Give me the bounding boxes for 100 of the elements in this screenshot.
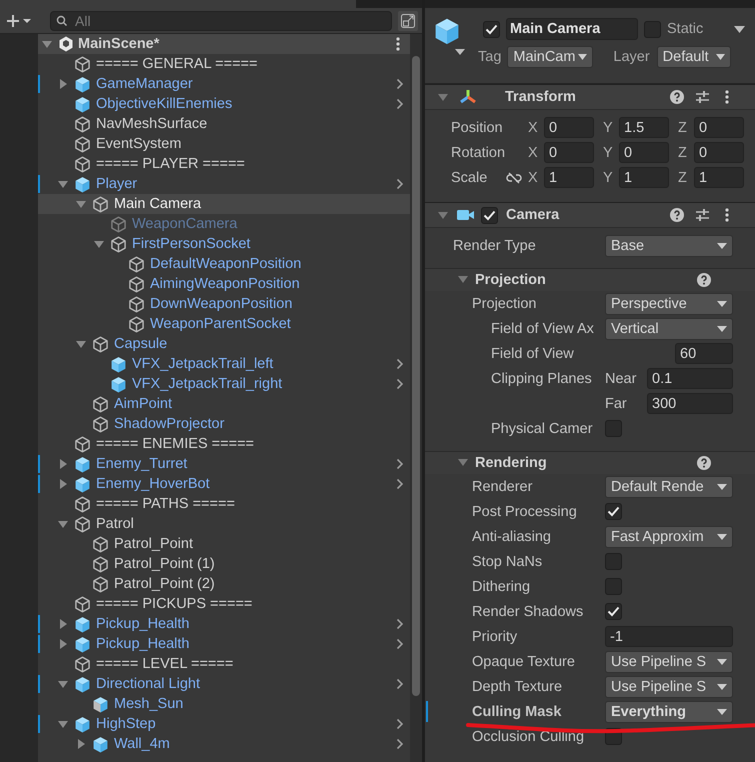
checkbox[interactable] <box>483 20 500 38</box>
hierarchy-item[interactable]: ===== PICKUPS ===== <box>38 594 410 614</box>
checkbox[interactable] <box>605 603 622 620</box>
component-header[interactable]: Camera <box>425 202 755 228</box>
checkbox[interactable] <box>481 206 498 224</box>
checkbox[interactable] <box>605 420 622 437</box>
link-icon[interactable] <box>506 172 522 184</box>
hierarchy-item[interactable]: EventSystem <box>38 134 410 154</box>
help-icon[interactable] <box>697 273 711 287</box>
number-field[interactable]: 300 <box>647 393 733 414</box>
chevron-right-icon[interactable] <box>396 738 404 750</box>
hierarchy-item[interactable]: Patrol_Point <box>38 534 410 554</box>
hierarchy-item[interactable]: DefaultWeaponPosition <box>38 254 410 274</box>
more-icon[interactable] <box>396 37 400 51</box>
component-header[interactable]: Transform <box>425 84 755 110</box>
hierarchy-item[interactable]: Directional Light <box>38 674 410 694</box>
hierarchy-item[interactable]: ===== GENERAL ===== <box>38 54 410 74</box>
scrollbar[interactable] <box>410 34 422 762</box>
checkbox[interactable] <box>605 503 622 520</box>
search-field[interactable]: All <box>50 10 392 30</box>
hierarchy-item[interactable]: Enemy_Turret <box>38 454 410 474</box>
number-field[interactable]: 0.1 <box>647 368 733 389</box>
name-field[interactable]: Main Camera <box>506 18 638 40</box>
help-icon[interactable] <box>670 90 684 104</box>
hierarchy-item[interactable]: Wall_4m <box>38 734 410 754</box>
number-field[interactable]: 0 <box>619 142 669 163</box>
hierarchy-item[interactable]: ===== PATHS ===== <box>38 494 410 514</box>
chevron-right-icon[interactable] <box>396 98 404 110</box>
hierarchy-item[interactable]: FirstPersonSocket <box>38 234 410 254</box>
hierarchy-item[interactable]: Patrol_Point (2) <box>38 574 410 594</box>
hierarchy-item[interactable]: Main Camera <box>38 194 410 214</box>
hierarchy-item[interactable]: Pickup_Health <box>38 614 410 634</box>
cube-outline-icon <box>74 156 91 172</box>
dropdown[interactable]: Default <box>656 46 731 68</box>
settings-icon[interactable] <box>695 90 710 104</box>
hierarchy-item[interactable]: NavMeshSurface <box>38 114 410 134</box>
hierarchy-item[interactable]: VFX_JetpackTrail_right <box>38 374 410 394</box>
checkbox[interactable] <box>605 553 622 570</box>
number-field[interactable]: -1 <box>605 626 733 647</box>
chevron-right-icon[interactable] <box>396 358 404 370</box>
number-field[interactable]: 0 <box>694 117 744 138</box>
disclosure-triangle-icon[interactable] <box>437 209 449 221</box>
dropdown[interactable]: Perspective <box>605 292 733 314</box>
chevron-right-icon[interactable] <box>396 78 404 90</box>
help-icon[interactable] <box>670 208 684 222</box>
dropdown[interactable]: MainCam <box>507 46 594 68</box>
number-field[interactable]: 0 <box>694 142 744 163</box>
dropdown[interactable]: Use Pipeline S <box>605 650 733 672</box>
number-field[interactable]: 0 <box>544 117 594 138</box>
hierarchy-item[interactable]: DownWeaponPosition <box>38 294 410 314</box>
number-field[interactable]: 1 <box>694 167 744 188</box>
hierarchy-item[interactable]: HighStep <box>38 714 410 734</box>
caret-icon[interactable] <box>734 26 745 32</box>
more-icon[interactable] <box>725 90 729 104</box>
chevron-right-icon[interactable] <box>396 718 404 730</box>
hierarchy-item[interactable]: ObjectiveKillEnemies <box>38 94 410 114</box>
dropdown[interactable]: Fast Approxim <box>605 526 733 548</box>
dropdown[interactable]: Use Pipeline S <box>605 676 733 698</box>
hierarchy-item[interactable]: Player <box>38 174 410 194</box>
hierarchy-item[interactable]: VFX_JetpackTrail_left <box>38 354 410 374</box>
disclosure-triangle-icon[interactable] <box>437 91 449 103</box>
dropdown[interactable]: Base <box>605 234 733 256</box>
number-field[interactable]: 0 <box>544 142 594 163</box>
chevron-right-icon[interactable] <box>396 678 404 690</box>
dropdown[interactable]: Everything <box>605 700 733 722</box>
hierarchy-item[interactable]: ShadowProjector <box>38 414 410 434</box>
settings-icon[interactable] <box>695 208 710 222</box>
chevron-right-icon[interactable] <box>396 638 404 650</box>
chevron-right-icon[interactable] <box>396 618 404 630</box>
chevron-right-icon[interactable] <box>396 378 404 390</box>
hierarchy-item[interactable]: Mesh_Sun <box>38 694 410 714</box>
number-field[interactable]: 1 <box>619 167 669 188</box>
hierarchy-item[interactable]: Patrol_Point (1) <box>38 554 410 574</box>
dropdown[interactable]: Default Rende <box>605 476 733 498</box>
number-field[interactable]: 1 <box>544 167 594 188</box>
caret-icon[interactable] <box>455 49 465 55</box>
hierarchy-item[interactable]: Enemy_HoverBot <box>38 474 410 494</box>
hierarchy-item[interactable]: GameManager <box>38 74 410 94</box>
hierarchy-item[interactable]: ===== LEVEL ===== <box>38 654 410 674</box>
hierarchy-item[interactable]: Pickup_Health <box>38 634 410 654</box>
hierarchy-item[interactable]: ===== ENEMIES ===== <box>38 434 410 454</box>
maximize-icon[interactable] <box>398 10 418 30</box>
field-label: Depth Texture <box>472 678 564 694</box>
hierarchy-item[interactable]: WeaponParentSocket <box>38 314 410 334</box>
number-field[interactable]: 60 <box>675 343 733 364</box>
hierarchy-item[interactable]: Patrol <box>38 514 410 534</box>
number-field[interactable]: 1.5 <box>619 117 669 138</box>
chevron-right-icon[interactable] <box>396 458 404 470</box>
scene-header[interactable]: MainScene* <box>38 34 410 54</box>
more-icon[interactable] <box>725 208 729 222</box>
help-icon[interactable] <box>697 456 711 470</box>
hierarchy-item[interactable]: ===== PLAYER ===== <box>38 154 410 174</box>
hierarchy-item[interactable]: AimingWeaponPosition <box>38 274 410 294</box>
chevron-right-icon[interactable] <box>396 478 404 490</box>
dropdown[interactable]: Vertical <box>605 318 733 340</box>
checkbox[interactable] <box>644 20 661 38</box>
hierarchy-item[interactable]: AimPoint <box>38 394 410 414</box>
chevron-right-icon[interactable] <box>396 178 404 190</box>
checkbox[interactable] <box>605 578 622 595</box>
hierarchy-item[interactable]: Capsule <box>38 334 410 354</box>
